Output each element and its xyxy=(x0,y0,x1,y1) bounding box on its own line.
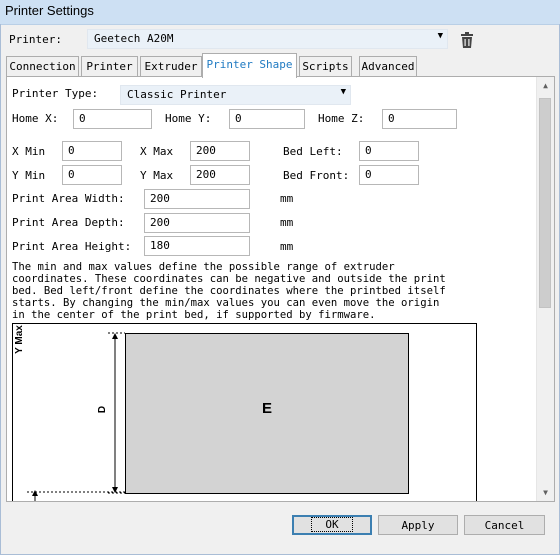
vertical-scrollbar[interactable]: ▲ ▼ xyxy=(536,77,554,501)
window-title: Printer Settings xyxy=(5,3,94,18)
y-min-field[interactable]: 0 xyxy=(62,165,122,185)
x-max-label: X Max xyxy=(140,145,174,158)
printer-label: Printer: xyxy=(9,33,62,46)
print-area-height-label: Print Area Height: xyxy=(12,240,132,253)
ok-button-label: OK xyxy=(311,517,353,532)
trash-icon[interactable] xyxy=(458,31,476,49)
home-x-field[interactable]: 0 xyxy=(73,109,152,129)
cancel-button[interactable]: Cancel xyxy=(464,515,545,535)
bed-left-field[interactable]: 0 xyxy=(359,141,419,161)
tab-advanced[interactable]: Advanced xyxy=(359,56,417,77)
print-area-width-label: Print Area Width: xyxy=(12,192,125,205)
printer-type-label: Printer Type: xyxy=(12,87,99,100)
scroll-thumb[interactable] xyxy=(539,98,551,308)
tab-scripts[interactable]: Scripts xyxy=(299,56,352,77)
y-max-field[interactable]: 200 xyxy=(190,165,250,185)
width-unit: mm xyxy=(280,192,294,205)
x-min-field[interactable]: 0 xyxy=(62,141,122,161)
y-max-label: Y Max xyxy=(140,169,174,182)
print-area-depth-field[interactable]: 200 xyxy=(144,213,250,233)
height-unit: mm xyxy=(280,240,294,253)
depth-unit: mm xyxy=(280,216,294,229)
scroll-down-icon[interactable]: ▼ xyxy=(537,484,554,501)
printer-shape-panel: Printer Type: Classic Printer ▼ Home X: … xyxy=(6,76,555,502)
print-area-height-field[interactable]: 180 xyxy=(144,236,250,256)
home-y-field[interactable]: 0 xyxy=(229,109,305,129)
title-bar: Printer Settings xyxy=(0,0,560,25)
x-min-label: X Min xyxy=(12,145,46,158)
bed-front-label: Bed Front: xyxy=(283,169,350,182)
printer-select-value: Geetech A20M xyxy=(94,32,174,45)
depth-marker-label: D xyxy=(97,405,109,414)
home-x-label: Home X: xyxy=(12,112,59,125)
ok-button[interactable]: OK xyxy=(292,515,372,535)
x-max-field[interactable]: 200 xyxy=(190,141,250,161)
print-area-depth-label: Print Area Depth: xyxy=(12,216,125,229)
tab-connection[interactable]: Connection xyxy=(6,56,79,77)
y-min-label: Y Min xyxy=(12,169,46,182)
apply-button[interactable]: Apply xyxy=(378,515,458,535)
bed-label: E xyxy=(261,400,272,417)
printer-select[interactable]: Geetech A20M ▼ xyxy=(87,29,448,49)
printer-shape-diagram: Y Max D E xyxy=(12,323,477,501)
printer-type-value: Classic Printer xyxy=(127,88,227,101)
home-y-label: Home Y: xyxy=(165,112,212,125)
print-area-width-field[interactable]: 200 xyxy=(144,189,250,209)
printer-type-select[interactable]: Classic Printer ▼ xyxy=(120,85,351,105)
chevron-down-icon: ▼ xyxy=(340,87,346,97)
tab-printer-shape[interactable]: Printer Shape xyxy=(202,53,297,78)
home-z-label: Home Z: xyxy=(318,112,365,125)
bed-left-label: Bed Left: xyxy=(283,145,343,158)
chevron-down-icon: ▼ xyxy=(437,31,443,41)
print-bed: E xyxy=(125,333,409,494)
tab-bar: Connection Printer Extruder Printer Shap… xyxy=(6,53,558,78)
shape-description: The min and max values define the possib… xyxy=(12,261,446,321)
home-z-field[interactable]: 0 xyxy=(382,109,457,129)
tab-extruder[interactable]: Extruder xyxy=(140,56,202,77)
bed-front-field[interactable]: 0 xyxy=(359,165,419,185)
scroll-up-icon[interactable]: ▲ xyxy=(537,77,554,94)
tab-printer[interactable]: Printer xyxy=(81,56,138,77)
